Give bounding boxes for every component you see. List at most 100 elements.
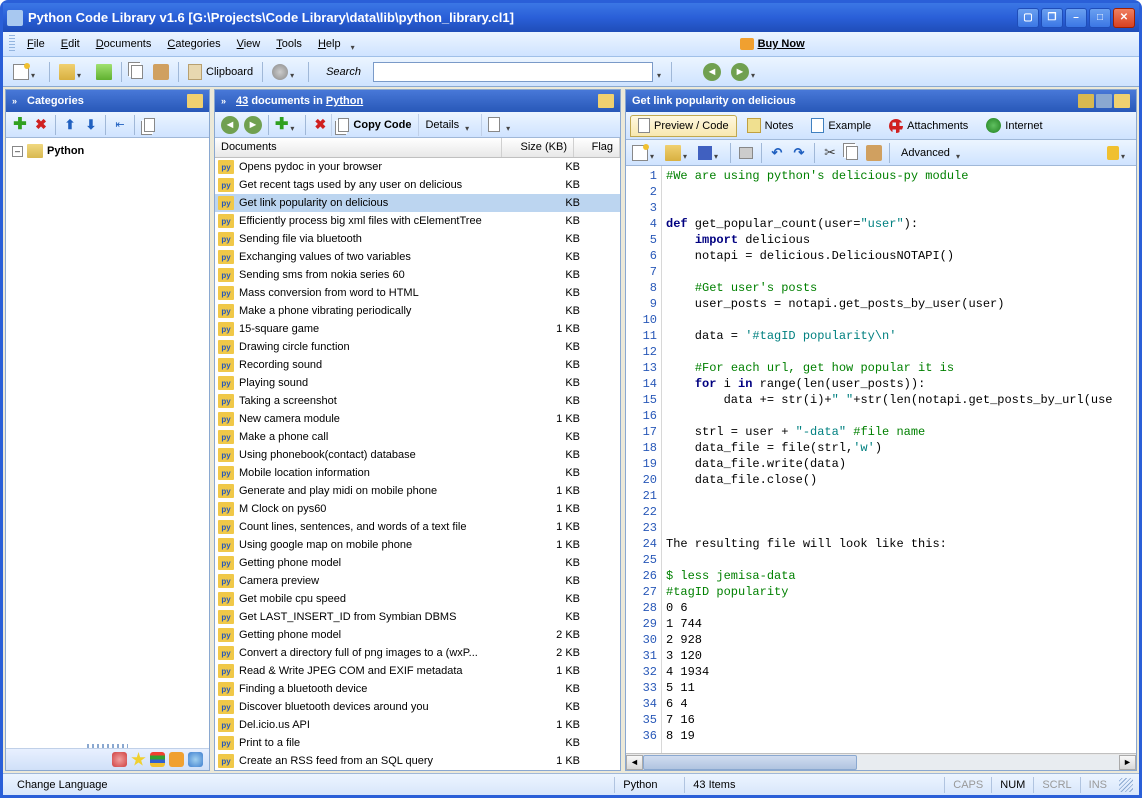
- table-row[interactable]: pyFinding a bluetooth deviceKB: [215, 680, 620, 698]
- table-row[interactable]: pyGenerate and play midi on mobile phone…: [215, 482, 620, 500]
- table-row[interactable]: pyGet mobile cpu speedKB: [215, 590, 620, 608]
- h-scrollbar[interactable]: ◄ ►: [626, 753, 1136, 770]
- hdr-icon[interactable]: [1096, 94, 1112, 108]
- search-dropdown-icon[interactable]: [657, 69, 666, 75]
- table-row[interactable]: pyM Clock on pys601 KB: [215, 500, 620, 518]
- editor-print-button[interactable]: [736, 143, 756, 163]
- table-row[interactable]: pyPrint to a fileKB: [215, 734, 620, 752]
- status-change-language[interactable]: Change Language: [9, 777, 614, 793]
- table-row[interactable]: pyNew camera module1 KB: [215, 410, 620, 428]
- tools-button[interactable]: [268, 61, 303, 83]
- editor-undo-button[interactable]: ↶: [767, 143, 787, 163]
- table-row[interactable]: pyEfficiently process big xml files with…: [215, 212, 620, 230]
- copy-code-button[interactable]: Copy Code: [331, 114, 417, 136]
- table-row[interactable]: pyRead & Write JPEG COM and EXIF metadat…: [215, 662, 620, 680]
- duplicate-button[interactable]: [139, 115, 159, 135]
- col-size[interactable]: Size (KB): [502, 138, 574, 157]
- chevron-icon[interactable]: »: [221, 96, 233, 106]
- footer-icon-4[interactable]: [169, 752, 184, 767]
- col-documents[interactable]: Documents: [215, 138, 502, 157]
- table-row[interactable]: pyUsing google map on mobile phone1 KB: [215, 536, 620, 554]
- hdr-icon[interactable]: [1078, 94, 1094, 108]
- table-row[interactable]: pyMake a phone vibrating periodicallyKB: [215, 302, 620, 320]
- maximize-button[interactable]: □: [1089, 8, 1111, 28]
- tab-preview-code[interactable]: Preview / Code: [630, 115, 737, 137]
- search-input[interactable]: [373, 62, 653, 82]
- table-row[interactable]: pyGetting phone model2 KB: [215, 626, 620, 644]
- move-down-button[interactable]: ⬇: [81, 115, 101, 135]
- editor-new-button[interactable]: [630, 143, 661, 163]
- details-button[interactable]: Details: [418, 114, 480, 136]
- table-row[interactable]: py15-square game1 KB: [215, 320, 620, 338]
- table-row[interactable]: pyMake a phone callKB: [215, 428, 620, 446]
- editor-redo-button[interactable]: ↷: [789, 143, 809, 163]
- resize-grip-icon[interactable]: [1119, 778, 1133, 792]
- table-row[interactable]: pyMass conversion from word to HTMLKB: [215, 284, 620, 302]
- menu-documents[interactable]: Documents: [88, 35, 160, 53]
- menu-file[interactable]: File: [19, 35, 53, 53]
- scroll-right-icon[interactable]: ►: [1119, 755, 1136, 770]
- documents-list[interactable]: pyOpens pydoc in your browserKBpyGet rec…: [215, 158, 620, 770]
- clipboard-button[interactable]: Clipboard: [184, 61, 257, 83]
- minimize-button[interactable]: –: [1065, 8, 1087, 28]
- folder-icon[interactable]: [187, 94, 203, 108]
- table-row[interactable]: pyCamera previewKB: [215, 572, 620, 590]
- delete-doc-button[interactable]: ✖: [310, 115, 330, 135]
- editor-paste-button[interactable]: [864, 143, 884, 163]
- nav-fwd-button[interactable]: ►: [727, 61, 764, 83]
- outdent-button[interactable]: ⇤: [110, 115, 130, 135]
- advanced-button[interactable]: Advanced: [895, 142, 971, 164]
- paste-button[interactable]: [149, 61, 173, 83]
- doc-count[interactable]: 43: [236, 95, 248, 107]
- chevron-icon[interactable]: »: [12, 96, 24, 106]
- footer-icon-1[interactable]: [112, 752, 127, 767]
- table-row[interactable]: pyGetting phone modelKB: [215, 554, 620, 572]
- add-doc-button[interactable]: ✚: [273, 115, 301, 135]
- add-category-button[interactable]: ✚: [10, 115, 30, 135]
- menu-view[interactable]: View: [229, 35, 269, 53]
- table-row[interactable]: pyDrawing circle functionKB: [215, 338, 620, 356]
- table-row[interactable]: pyDel.icio.us API1 KB: [215, 716, 620, 734]
- table-row[interactable]: pyOpens pydoc in your browserKB: [215, 158, 620, 176]
- table-row[interactable]: pyDiscover bluetooth devices around youK…: [215, 698, 620, 716]
- col-flag[interactable]: Flag: [574, 138, 620, 157]
- table-row[interactable]: pyMobile location informationKB: [215, 464, 620, 482]
- tab-attachments[interactable]: Attachments: [881, 115, 976, 137]
- table-row[interactable]: pyPlaying soundKB: [215, 374, 620, 392]
- menu-overflow-icon[interactable]: [351, 41, 360, 47]
- table-row[interactable]: pyConvert a directory full of png images…: [215, 644, 620, 662]
- windows-icon[interactable]: [150, 752, 165, 767]
- editor-cut-button[interactable]: ✂: [820, 143, 840, 163]
- table-row[interactable]: pyExchanging values of two variablesKB: [215, 248, 620, 266]
- nav-back-button[interactable]: ◄: [699, 61, 725, 83]
- scroll-thumb[interactable]: [643, 755, 857, 770]
- doc-new-button[interactable]: [481, 114, 521, 136]
- menu-edit[interactable]: Edit: [53, 35, 88, 53]
- scroll-left-icon[interactable]: ◄: [626, 755, 643, 770]
- table-row[interactable]: pyGet recent tags used by any user on de…: [215, 176, 620, 194]
- globe-icon[interactable]: [188, 752, 203, 767]
- code-body[interactable]: #We are using python's delicious-py modu…: [662, 166, 1136, 753]
- buy-now-link[interactable]: Buy Now: [740, 38, 805, 50]
- move-up-button[interactable]: ⬆: [60, 115, 80, 135]
- tab-notes[interactable]: Notes: [739, 115, 802, 137]
- table-row[interactable]: pySending file via bluetoothKB: [215, 230, 620, 248]
- table-row[interactable]: pyRecording soundKB: [215, 356, 620, 374]
- editor-copy-button[interactable]: [842, 143, 862, 163]
- win-sys-2[interactable]: ❐: [1041, 8, 1063, 28]
- table-row[interactable]: pySending sms from nokia series 60KB: [215, 266, 620, 284]
- folder-icon[interactable]: [1114, 94, 1130, 108]
- table-row[interactable]: pyGet LAST_INSERT_ID from Symbian DBMSKB: [215, 608, 620, 626]
- tree-node-python[interactable]: – Python: [12, 142, 203, 160]
- editor-open-button[interactable]: [663, 143, 694, 163]
- copy-button[interactable]: [127, 61, 147, 83]
- code-editor[interactable]: 1234567891011121314151617181920212223242…: [626, 166, 1136, 753]
- menu-help[interactable]: Help: [310, 35, 349, 53]
- lock-button[interactable]: [1105, 143, 1132, 163]
- new-button[interactable]: [9, 61, 44, 83]
- nav-fwd-button[interactable]: ►: [242, 115, 264, 135]
- doc-category-link[interactable]: Python: [326, 95, 363, 107]
- menu-tools[interactable]: Tools: [268, 35, 310, 53]
- folder-icon[interactable]: [598, 94, 614, 108]
- table-row[interactable]: pyTaking a screenshotKB: [215, 392, 620, 410]
